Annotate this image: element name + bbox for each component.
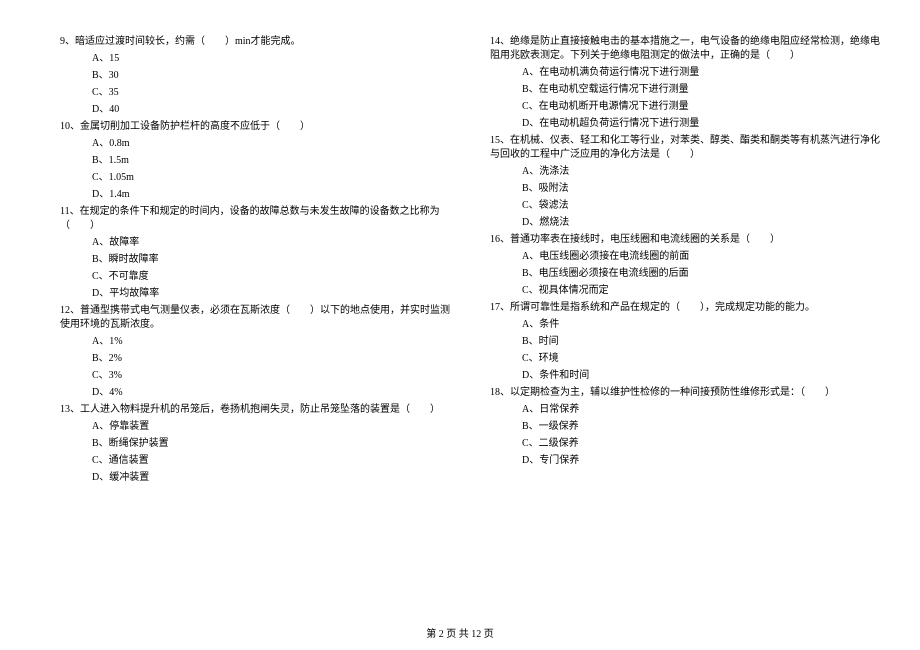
option-d: D、在电动机超负荷运行情况下进行测量 — [522, 117, 880, 131]
question-num: 13、 — [60, 404, 80, 415]
question-body: 所谓可靠性是指系统和产品在规定的（ ），完成规定功能的能力。 — [510, 302, 815, 313]
left-column: 9、暗适应过渡时间较长，约需（ ）min才能完成。 A、15 B、30 C、35… — [60, 35, 450, 615]
question-body: 工人进入物料提升机的吊笼后，卷扬机抱闸失灵，防止吊笼坠落的装置是（ ） — [80, 404, 440, 415]
question-11: 11、在规定的条件下和规定的时间内，设备的故障总数与未发生故障的设备数之比称为（… — [60, 205, 450, 301]
question-body: 在规定的条件下和规定的时间内，设备的故障总数与未发生故障的设备数之比称为（ ） — [60, 206, 440, 231]
option-d: D、缓冲装置 — [92, 471, 450, 485]
question-13: 13、工人进入物料提升机的吊笼后，卷扬机抱闸失灵，防止吊笼坠落的装置是（ ） A… — [60, 403, 450, 485]
question-18: 18、以定期检查为主，辅以维护性检修的一种间接预防性维修形式是：（ ） A、日常… — [490, 386, 880, 468]
option-d: D、条件和时间 — [522, 369, 880, 383]
question-15: 15、在机械、仪表、轻工和化工等行业，对苯类、醇类、酯类和酮类等有机蒸汽进行净化… — [490, 134, 880, 230]
question-text: 9、暗适应过渡时间较长，约需（ ）min才能完成。 — [60, 35, 450, 49]
question-text: 15、在机械、仪表、轻工和化工等行业，对苯类、醇类、酯类和酮类等有机蒸汽进行净化… — [490, 134, 880, 162]
question-body: 普通型携带式电气测量仪表，必须在瓦斯浓度（ ）以下的地点使用，并实时监测使用环境… — [60, 305, 450, 330]
question-body: 金属切削加工设备防护栏杆的高度不应低于（ ） — [80, 121, 310, 132]
question-14: 14、绝缘是防止直接接触电击的基本措施之一，电气设备的绝缘电阻应经常检测，绝缘电… — [490, 35, 880, 131]
question-text: 10、金属切削加工设备防护栏杆的高度不应低于（ ） — [60, 120, 450, 134]
option-a: A、电压线圈必须接在电流线圈的前面 — [522, 250, 880, 264]
option-d: D、4% — [92, 386, 450, 400]
option-c: C、环境 — [522, 352, 880, 366]
option-a: A、0.8m — [92, 137, 450, 151]
question-num: 10、 — [60, 121, 80, 132]
question-12: 12、普通型携带式电气测量仪表，必须在瓦斯浓度（ ）以下的地点使用，并实时监测使… — [60, 304, 450, 400]
option-c: C、35 — [92, 86, 450, 100]
option-a: A、停靠装置 — [92, 420, 450, 434]
option-d: D、平均故障率 — [92, 287, 450, 301]
option-b: B、电压线圈必须接在电流线圈的后面 — [522, 267, 880, 281]
question-9: 9、暗适应过渡时间较长，约需（ ）min才能完成。 A、15 B、30 C、35… — [60, 35, 450, 117]
question-num: 14、 — [490, 36, 510, 47]
option-b: B、吸附法 — [522, 182, 880, 196]
question-num: 16、 — [490, 234, 510, 245]
option-b: B、时间 — [522, 335, 880, 349]
option-a: A、在电动机满负荷运行情况下进行测量 — [522, 66, 880, 80]
option-b: B、2% — [92, 352, 450, 366]
question-body: 以定期检查为主，辅以维护性检修的一种间接预防性维修形式是：（ ） — [510, 387, 835, 398]
option-c: C、通信装置 — [92, 454, 450, 468]
option-a: A、故障率 — [92, 236, 450, 250]
question-17: 17、所谓可靠性是指系统和产品在规定的（ ），完成规定功能的能力。 A、条件 B… — [490, 301, 880, 383]
option-a: A、日常保养 — [522, 403, 880, 417]
option-b: B、一级保养 — [522, 420, 880, 434]
option-a: A、1% — [92, 335, 450, 349]
question-num: 17、 — [490, 302, 510, 313]
option-b: B、30 — [92, 69, 450, 83]
question-num: 9、 — [60, 36, 75, 47]
question-16: 16、普通功率表在接线时，电压线圈和电流线圈的关系是（ ） A、电压线圈必须接在… — [490, 233, 880, 298]
option-b: B、1.5m — [92, 154, 450, 168]
option-b: B、断绳保护装置 — [92, 437, 450, 451]
option-a: A、洗涤法 — [522, 165, 880, 179]
right-column: 14、绝缘是防止直接接触电击的基本措施之一，电气设备的绝缘电阻应经常检测，绝缘电… — [490, 35, 880, 615]
question-body: 绝缘是防止直接接触电击的基本措施之一，电气设备的绝缘电阻应经常检测，绝缘电阻用兆… — [490, 36, 880, 61]
option-c: C、1.05m — [92, 171, 450, 185]
option-b: B、瞬时故障率 — [92, 253, 450, 267]
question-body: 暗适应过渡时间较长，约需（ ）min才能完成。 — [75, 36, 301, 47]
option-c: C、袋滤法 — [522, 199, 880, 213]
question-body: 普通功率表在接线时，电压线圈和电流线圈的关系是（ ） — [510, 234, 780, 245]
question-num: 11、 — [60, 206, 80, 217]
option-b: B、在电动机空载运行情况下进行测量 — [522, 83, 880, 97]
option-c: C、在电动机断开电源情况下进行测量 — [522, 100, 880, 114]
question-text: 16、普通功率表在接线时，电压线圈和电流线圈的关系是（ ） — [490, 233, 880, 247]
question-10: 10、金属切削加工设备防护栏杆的高度不应低于（ ） A、0.8m B、1.5m … — [60, 120, 450, 202]
option-d: D、40 — [92, 103, 450, 117]
question-num: 18、 — [490, 387, 510, 398]
option-a: A、条件 — [522, 318, 880, 332]
question-text: 14、绝缘是防止直接接触电击的基本措施之一，电气设备的绝缘电阻应经常检测，绝缘电… — [490, 35, 880, 63]
option-c: C、不可靠度 — [92, 270, 450, 284]
option-c: C、二级保养 — [522, 437, 880, 451]
page-footer: 第 2 页 共 12 页 — [0, 625, 920, 640]
question-text: 11、在规定的条件下和规定的时间内，设备的故障总数与未发生故障的设备数之比称为（… — [60, 205, 450, 233]
question-text: 13、工人进入物料提升机的吊笼后，卷扬机抱闸失灵，防止吊笼坠落的装置是（ ） — [60, 403, 450, 417]
option-c: C、视具体情况而定 — [522, 284, 880, 298]
option-d: D、1.4m — [92, 188, 450, 202]
option-a: A、15 — [92, 52, 450, 66]
question-num: 12、 — [60, 305, 80, 316]
question-num: 15、 — [490, 135, 510, 146]
question-text: 17、所谓可靠性是指系统和产品在规定的（ ），完成规定功能的能力。 — [490, 301, 880, 315]
question-text: 18、以定期检查为主，辅以维护性检修的一种间接预防性维修形式是：（ ） — [490, 386, 880, 400]
option-d: D、专门保养 — [522, 454, 880, 468]
option-d: D、燃烧法 — [522, 216, 880, 230]
question-text: 12、普通型携带式电气测量仪表，必须在瓦斯浓度（ ）以下的地点使用，并实时监测使… — [60, 304, 450, 332]
question-body: 在机械、仪表、轻工和化工等行业，对苯类、醇类、酯类和酮类等有机蒸汽进行净化与回收… — [490, 135, 880, 160]
option-c: C、3% — [92, 369, 450, 383]
